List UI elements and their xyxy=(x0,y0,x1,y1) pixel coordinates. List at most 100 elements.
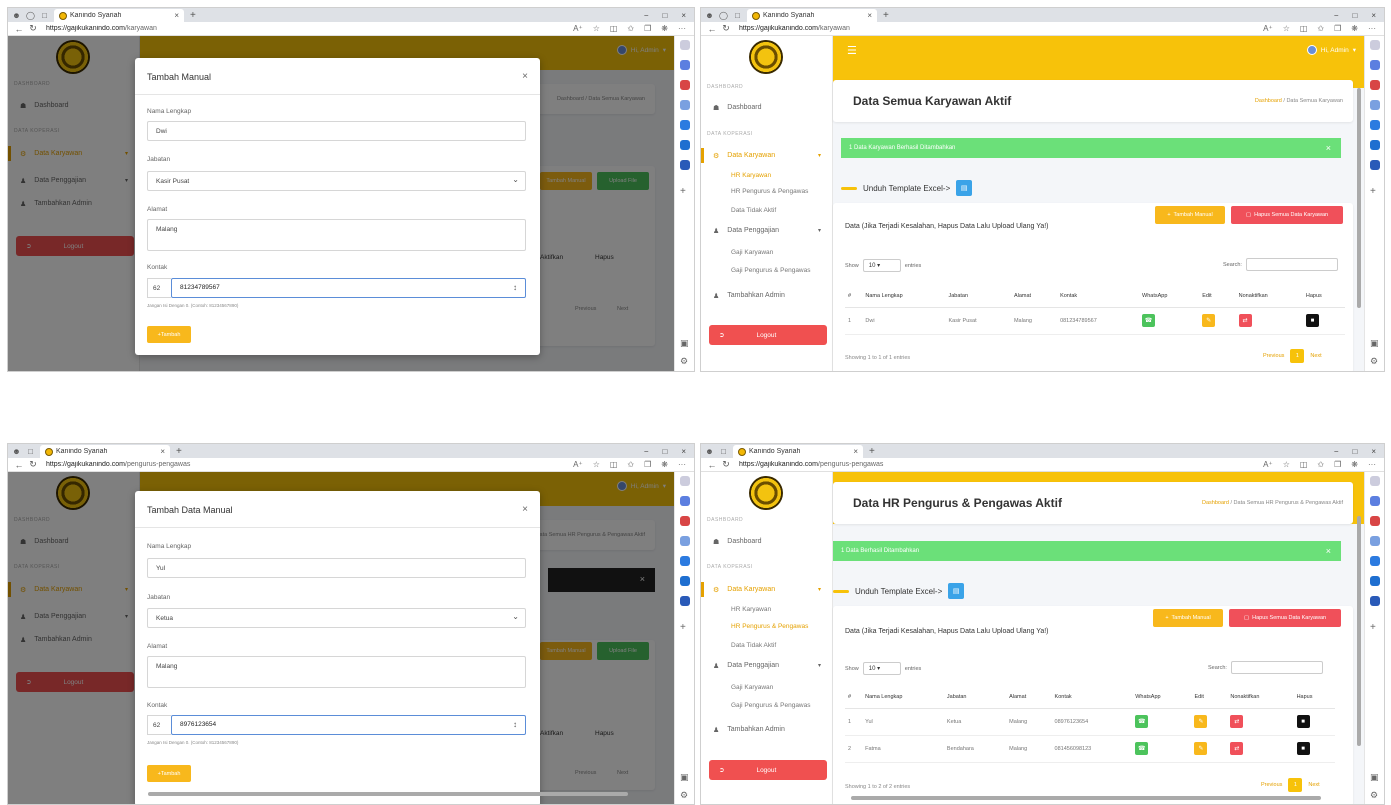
jabatan-select[interactable]: Ketua xyxy=(147,608,526,628)
logout-button[interactable]: ➲ Logout xyxy=(709,760,827,780)
sidebar-item-data-karyawan[interactable]: ⚙ Data Karyawan ▾ xyxy=(701,582,833,597)
tab-actions-icon[interactable]: □ xyxy=(40,11,49,20)
collections-icon[interactable]: ❐ xyxy=(644,24,651,33)
nama-input[interactable]: Yul xyxy=(147,558,526,578)
screenshot-icon[interactable]: ▣ xyxy=(1370,338,1380,348)
more-icon[interactable]: ··· xyxy=(1368,460,1376,469)
screenshot-icon[interactable]: ▣ xyxy=(1370,772,1380,782)
hapus-button[interactable]: ■ xyxy=(1296,715,1310,728)
hapus-button[interactable]: ■ xyxy=(1296,742,1310,755)
hapus-semua-button[interactable]: ▢ Hapus Semua Data Karyawan xyxy=(1229,609,1341,627)
breadcrumb-home[interactable]: Dashboard xyxy=(1202,500,1229,506)
minimize-button[interactable]: − xyxy=(644,447,649,456)
minimize-button[interactable]: − xyxy=(1334,11,1339,20)
settings-icon[interactable]: ⚙ xyxy=(1370,356,1380,366)
maximize-button[interactable]: □ xyxy=(662,447,667,456)
outlook-icon[interactable] xyxy=(1370,140,1380,150)
screenshot-icon[interactable]: ▣ xyxy=(680,338,690,348)
modal-close-icon[interactable]: × xyxy=(522,504,528,515)
collections-icon[interactable]: ❐ xyxy=(1334,24,1341,33)
browser-tab[interactable]: Kanindo Syariah × xyxy=(733,445,863,458)
more-icon[interactable]: ··· xyxy=(678,24,686,33)
col-edit[interactable]: Edit xyxy=(1199,285,1236,308)
shopping-icon[interactable] xyxy=(1370,60,1380,70)
edit-button[interactable]: ✎ xyxy=(1202,314,1216,327)
alert-close-icon[interactable]: × xyxy=(1326,143,1331,153)
col-edit[interactable]: Edit xyxy=(1191,686,1228,709)
split-screen-icon[interactable]: ◫ xyxy=(1300,24,1308,33)
sidebar-sub-gaji-karyawan[interactable]: Gaji Karyawan xyxy=(731,249,773,256)
sidebar-sub-gaji-karyawan[interactable]: Gaji Karyawan xyxy=(731,684,773,691)
tab-actions-icon[interactable]: □ xyxy=(733,11,742,20)
refresh-icon[interactable]: ↻ xyxy=(26,459,40,470)
sidebar-sub-hr-pengurus[interactable]: HR Pengurus & Pengawas xyxy=(731,623,808,630)
col-hapus[interactable]: Hapus xyxy=(1302,285,1345,308)
close-window-button[interactable]: × xyxy=(1371,447,1376,456)
admin-menu[interactable]: Hi, Admin▾ xyxy=(1306,45,1356,55)
settings-icon[interactable]: ⚙ xyxy=(680,790,690,800)
alamat-textarea[interactable]: Malang xyxy=(147,219,526,251)
add-app-icon[interactable]: + xyxy=(1370,622,1380,633)
office-icon[interactable] xyxy=(1370,120,1380,130)
profile-icon[interactable]: ☻ xyxy=(12,447,21,456)
workspaces-icon[interactable]: ◯ xyxy=(26,11,35,20)
sidebar-sub-gaji-pengurus[interactable]: Gaji Pengurus & Pengawas xyxy=(731,702,811,709)
url-field[interactable]: https://gajikukanindo.com/pengurus-penga… xyxy=(739,461,1263,468)
url-field[interactable]: https://gajikukanindo.com/karyawan xyxy=(739,25,1263,32)
browser-tab[interactable]: Kanindo Syariah × xyxy=(747,9,877,22)
col-kontak[interactable]: Kontak xyxy=(1051,686,1133,709)
sidebar-item-data-penggajian[interactable]: ♟ Data Penggajian ▾ xyxy=(701,223,833,238)
sidebar-item-dashboard[interactable]: ☗ Dashboard xyxy=(701,100,833,115)
maximize-button[interactable]: □ xyxy=(1352,447,1357,456)
split-screen-icon[interactable]: ◫ xyxy=(1300,460,1308,469)
shopping-icon[interactable] xyxy=(680,496,690,506)
refresh-icon[interactable]: ↻ xyxy=(26,23,40,34)
more-icon[interactable]: ··· xyxy=(1368,24,1376,33)
horizontal-scrollbar[interactable] xyxy=(148,792,628,796)
kontak-input[interactable]: 8976123654 xyxy=(171,715,526,735)
tools-icon[interactable] xyxy=(680,516,690,526)
tambah-submit-button[interactable]: + Tambah xyxy=(147,326,191,343)
extensions-icon[interactable]: ❋ xyxy=(1351,24,1358,33)
browser-tab[interactable]: Kanindo Syariah × xyxy=(40,445,170,458)
collections-icon[interactable]: ❐ xyxy=(644,460,651,469)
shopping-icon[interactable] xyxy=(680,60,690,70)
sidebar-item-tambahkan-admin[interactable]: ♟ Tambahkan Admin xyxy=(701,288,833,303)
minimize-button[interactable]: − xyxy=(644,11,649,20)
hapus-semua-button[interactable]: ▢ Hapus Semua Data Karyawan xyxy=(1231,206,1343,224)
favorites-icon[interactable]: ✩ xyxy=(627,24,634,33)
col-nonaktifkan[interactable]: Nonaktifkan xyxy=(1235,285,1303,308)
games-icon[interactable] xyxy=(1370,536,1380,546)
shopping-icon[interactable] xyxy=(1370,496,1380,506)
favorites-icon[interactable]: ✩ xyxy=(1317,460,1324,469)
alamat-textarea[interactable]: Malang xyxy=(147,656,526,688)
maximize-button[interactable]: □ xyxy=(1352,11,1357,20)
prev-button[interactable]: Previous xyxy=(1263,353,1284,359)
col-no[interactable]: # xyxy=(845,285,863,308)
search-icon[interactable] xyxy=(680,476,690,486)
close-window-button[interactable]: × xyxy=(681,11,686,20)
new-tab-button[interactable]: + xyxy=(190,10,196,21)
alert-close-icon[interactable]: × xyxy=(1326,546,1331,556)
sidebar-item-tambahkan-admin[interactable]: ♟ Tambahkan Admin xyxy=(701,722,833,737)
sidebar-sub-hr-pengurus[interactable]: HR Pengurus & Pengawas xyxy=(731,188,808,195)
split-screen-icon[interactable]: ◫ xyxy=(610,460,618,469)
sidebar-sub-gaji-pengurus[interactable]: Gaji Pengurus & Pengawas xyxy=(731,267,811,274)
col-nama[interactable]: Nama Lengkap xyxy=(862,686,944,709)
close-window-button[interactable]: × xyxy=(681,447,686,456)
whatsapp-button[interactable]: ☎ xyxy=(1135,742,1149,755)
search-icon[interactable] xyxy=(1370,476,1380,486)
workspaces-icon[interactable]: ◯ xyxy=(719,11,728,20)
search-icon[interactable] xyxy=(1370,40,1380,50)
nonaktifkan-button[interactable]: ⇄ xyxy=(1238,314,1252,327)
new-tab-button[interactable]: + xyxy=(869,446,875,457)
url-field[interactable]: https://gajikukanindo.com/karyawan xyxy=(46,25,573,32)
drop-icon[interactable] xyxy=(680,160,690,170)
drop-icon[interactable] xyxy=(1370,160,1380,170)
new-tab-button[interactable]: + xyxy=(176,446,182,457)
tab-close-icon[interactable]: × xyxy=(867,11,872,20)
add-app-icon[interactable]: + xyxy=(1370,186,1380,197)
entries-select[interactable]: 10 ▾ xyxy=(862,259,901,272)
outlook-icon[interactable] xyxy=(680,576,690,586)
tools-icon[interactable] xyxy=(1370,516,1380,526)
